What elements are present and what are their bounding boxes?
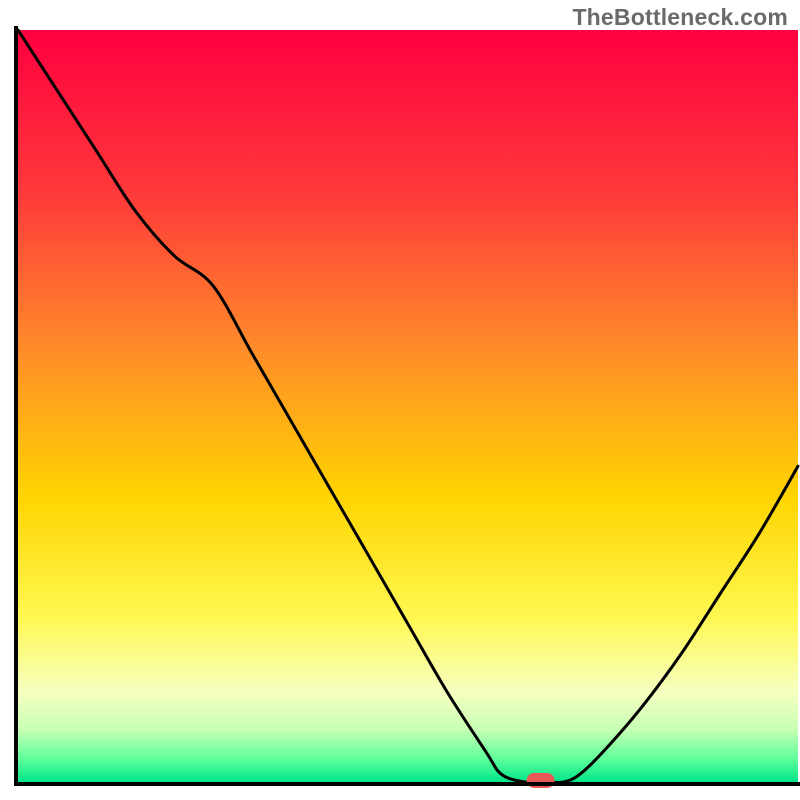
- axis-bottom: [14, 782, 800, 786]
- watermark-text: TheBottleneck.com: [572, 4, 788, 31]
- chart-container: TheBottleneck.com: [0, 0, 800, 800]
- axis-left: [14, 26, 18, 786]
- chart-background-gradient: [18, 30, 798, 782]
- bottleneck-chart: [0, 0, 800, 800]
